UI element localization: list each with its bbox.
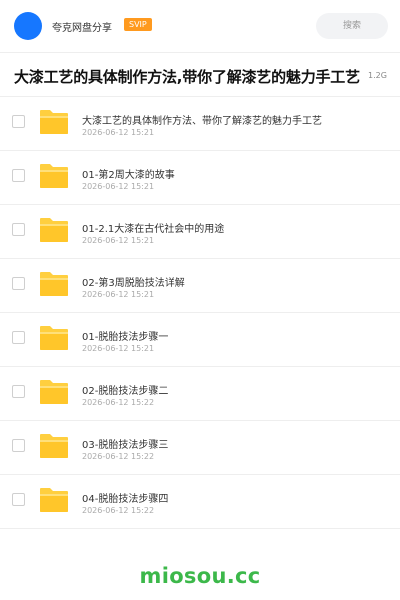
folder-icon [39,163,69,189]
folder-icon [39,433,69,459]
page-title: 大漆工艺的具体制作方法,带你了解漆艺的魅力手工艺 [14,68,360,86]
select-checkbox[interactable] [12,223,25,236]
site-name: 夸克网盘分享 [52,23,112,34]
svip-badge: SVIP [124,18,152,31]
search-input[interactable]: 搜索 [316,13,388,39]
file-date: 2026-06-12 15:22 [82,506,155,515]
select-checkbox[interactable] [12,493,25,506]
select-checkbox[interactable] [12,169,25,182]
total-size: 1.2G [368,71,387,80]
select-checkbox[interactable] [12,115,25,128]
select-checkbox[interactable] [12,439,25,452]
list-item[interactable]: 大漆工艺的具体制作方法、带你了解漆艺的魅力手工艺 2026-06-12 15:2… [0,97,400,151]
file-name: 04-脱胎技法步骤四 [82,494,169,505]
title-row: 大漆工艺的具体制作方法,带你了解漆艺的魅力手工艺 1.2G [0,53,400,96]
list-item[interactable]: 01-脱胎技法步骤一 2026-06-12 15:21 [0,313,400,367]
file-date: 2026-06-12 15:21 [82,290,155,299]
file-list: 大漆工艺的具体制作方法、带你了解漆艺的魅力手工艺 2026-06-12 15:2… [0,97,400,529]
folder-icon [39,379,69,405]
list-item[interactable]: 02-脱胎技法步骤二 2026-06-12 15:22 [0,367,400,421]
file-date: 2026-06-12 15:21 [82,344,155,353]
file-name: 03-脱胎技法步骤三 [82,440,169,451]
share-page: 夸克网盘分享 SVIP 搜索 大漆工艺的具体制作方法,带你了解漆艺的魅力手工艺 … [0,0,400,600]
list-item[interactable]: 01-2.1大漆在古代社会中的用途 2026-06-12 15:21 [0,205,400,259]
list-item[interactable]: 03-脱胎技法步骤三 2026-06-12 15:22 [0,421,400,475]
file-name: 02-脱胎技法步骤二 [82,386,169,397]
list-item[interactable]: 04-脱胎技法步骤四 2026-06-12 15:22 [0,475,400,529]
file-date: 2026-06-12 15:21 [82,182,155,191]
file-date: 2026-06-12 15:22 [82,452,155,461]
watermark: miosou.cc [139,564,261,588]
file-name: 01-第2周大漆的故事 [82,170,175,181]
select-checkbox[interactable] [12,385,25,398]
select-checkbox[interactable] [12,331,25,344]
folder-icon [39,109,69,135]
folder-icon [39,271,69,297]
list-item[interactable]: 02-第3周脱胎技法详解 2026-06-12 15:21 [0,259,400,313]
file-name: 02-第3周脱胎技法详解 [82,278,185,289]
select-checkbox[interactable] [12,277,25,290]
file-name: 01-脱胎技法步骤一 [82,332,169,343]
file-name: 01-2.1大漆在古代社会中的用途 [82,224,225,235]
file-date: 2026-06-12 15:21 [82,128,155,137]
header: 夸克网盘分享 SVIP 搜索 [0,0,400,52]
folder-icon [39,487,69,513]
list-item[interactable]: 01-第2周大漆的故事 2026-06-12 15:21 [0,151,400,205]
folder-icon [39,325,69,351]
folder-icon [39,217,69,243]
file-date: 2026-06-12 15:21 [82,236,155,245]
avatar[interactable] [14,12,42,40]
file-date: 2026-06-12 15:22 [82,398,155,407]
file-name: 大漆工艺的具体制作方法、带你了解漆艺的魅力手工艺 [82,116,322,127]
